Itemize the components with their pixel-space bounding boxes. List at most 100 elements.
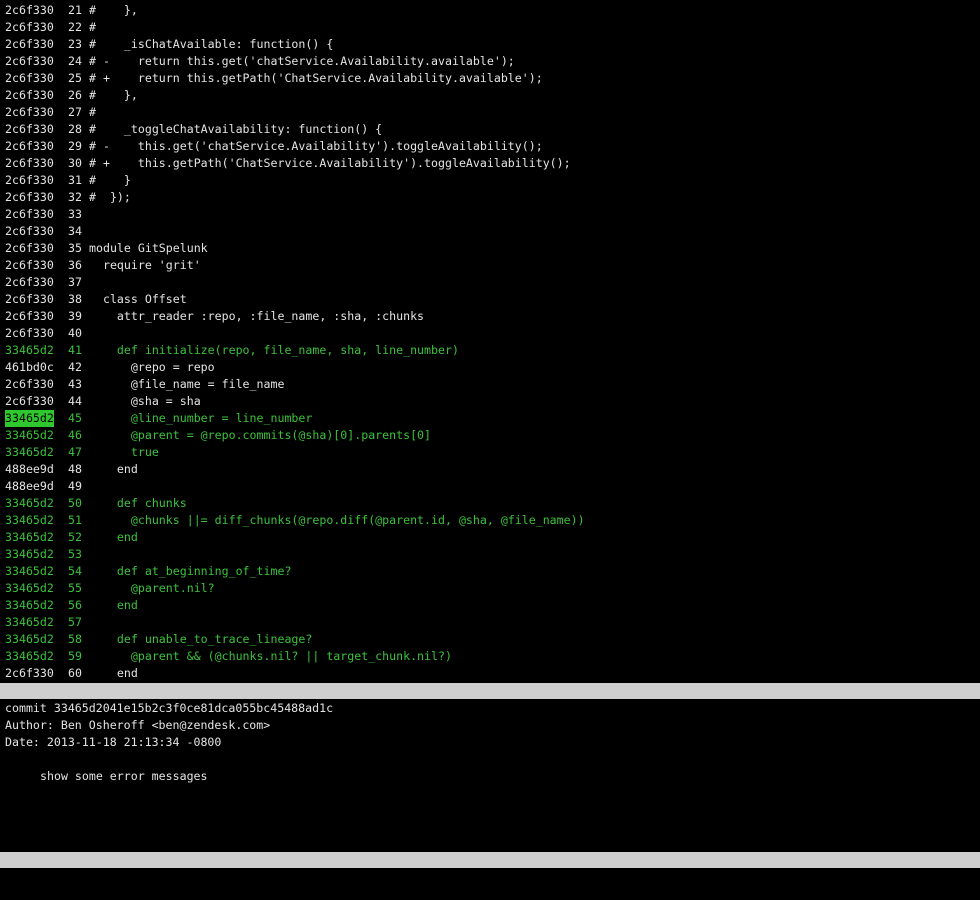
- code-text: # - this.get('chatService.Availability')…: [89, 139, 543, 153]
- commit-sha[interactable]: 2c6f330: [5, 155, 54, 172]
- blame-line[interactable]: 2c6f330 32 # });: [0, 189, 980, 206]
- blame-line[interactable]: 2c6f330 35 module GitSpelunk: [0, 240, 980, 257]
- blame-line[interactable]: 33465d2 56 end: [0, 597, 980, 614]
- blame-line[interactable]: 2c6f330 25 # + return this.getPath('ChatSe…: [0, 70, 980, 87]
- blame-line[interactable]: 2c6f330 21 # },: [0, 2, 980, 19]
- commit-sha[interactable]: 2c6f330: [5, 121, 54, 138]
- blame-line[interactable]: 2c6f330 39 attr_reader :repo, :file_name,…: [0, 308, 980, 325]
- line-number: 48: [68, 462, 82, 476]
- blame-line[interactable]: 2c6f330 60 end: [0, 665, 980, 682]
- blame-line[interactable]: 33465d2 50 def chunks: [0, 495, 980, 512]
- commit-sha[interactable]: 2c6f330: [5, 70, 54, 87]
- commit-sha[interactable]: 33465d2: [5, 580, 54, 597]
- blame-line[interactable]: 33465d2 52 end: [0, 529, 980, 546]
- line-number: 51: [68, 513, 82, 527]
- blame-line[interactable]: 2c6f330 40: [0, 325, 980, 342]
- commit-sha[interactable]: 2c6f330: [5, 665, 54, 682]
- commit-sha[interactable]: 2c6f330: [5, 36, 54, 53]
- line-number: 22: [68, 20, 82, 34]
- line-number: 53: [68, 547, 82, 561]
- code-text: @line_number = line_number: [89, 411, 313, 425]
- blame-line[interactable]: 33465d2 51 @chunks ||= diff_chunks(@repo.…: [0, 512, 980, 529]
- commit-sha[interactable]: 2c6f330: [5, 291, 54, 308]
- commit-sha[interactable]: 2c6f330: [5, 172, 54, 189]
- commit-sha[interactable]: 2c6f330: [5, 223, 54, 240]
- line-number: 33: [68, 207, 82, 221]
- commit-sha[interactable]: 2c6f330: [5, 19, 54, 36]
- blame-line[interactable]: 33465d2 54 def at_beginning_of_time?: [0, 563, 980, 580]
- blame-line[interactable]: 2c6f330 31 # }: [0, 172, 980, 189]
- selected-commit-sha[interactable]: 33465d2: [5, 410, 54, 427]
- blame-line[interactable]: 461bd0c 42 @repo = repo: [0, 359, 980, 376]
- blame-view[interactable]: 2c6f330 21 # }, 2c6f330 22 #2c6f330 23 # _isCha…: [0, 2, 980, 682]
- commit-sha[interactable]: 2c6f330: [5, 206, 54, 223]
- commit-sha[interactable]: 2c6f330: [5, 2, 54, 19]
- commit-sha[interactable]: 2c6f330: [5, 53, 54, 70]
- commit-sha[interactable]: 461bd0c: [5, 359, 54, 376]
- blame-line[interactable]: 2c6f330 37: [0, 274, 980, 291]
- line-number: 37: [68, 275, 82, 289]
- commit-sha[interactable]: 2c6f330: [5, 274, 54, 291]
- blame-line[interactable]: 2c6f330 34: [0, 223, 980, 240]
- code-text: # }: [89, 173, 131, 187]
- commit-sha[interactable]: 33465d2: [5, 512, 54, 529]
- code-text: attr_reader :repo, :file_name, :sha, :ch…: [89, 309, 425, 323]
- commit-sha[interactable]: 2c6f330: [5, 376, 54, 393]
- commit-sha[interactable]: 2c6f330: [5, 104, 54, 121]
- blame-line[interactable]: 33465d2 45 @line_number = line_number: [0, 410, 980, 427]
- blame-line[interactable]: 33465d2 53: [0, 546, 980, 563]
- commit-sha[interactable]: 33465d2: [5, 546, 54, 563]
- commit-sha[interactable]: 33465d2: [5, 563, 54, 580]
- blame-line[interactable]: 2c6f330 30 # + this.getPath('ChatService.A…: [0, 155, 980, 172]
- commit-sha[interactable]: 488ee9d: [5, 478, 54, 495]
- blame-line[interactable]: 33465d2 55 @parent.nil?: [0, 580, 980, 597]
- code-text: @parent = @repo.commits(@sha)[0].parents…: [89, 428, 432, 442]
- blame-line[interactable]: 33465d2 41 def initialize(repo, file_name…: [0, 342, 980, 359]
- commit-sha[interactable]: 2c6f330: [5, 308, 54, 325]
- commit-sha[interactable]: 2c6f330: [5, 189, 54, 206]
- blame-line[interactable]: 2c6f330 29 # - this.get('chatService.Avail…: [0, 138, 980, 155]
- commit-hash: commit 33465d2041e15b2c3f0ce81dca055bc45…: [5, 701, 334, 715]
- commit-sha[interactable]: 488ee9d: [5, 461, 54, 478]
- commit-sha[interactable]: 2c6f330: [5, 87, 54, 104]
- commit-sha[interactable]: 33465d2: [5, 427, 54, 444]
- commit-sha[interactable]: 33465d2: [5, 444, 54, 461]
- code-text: def initialize(repo, file_name, sha, lin…: [89, 343, 459, 357]
- commit-sha[interactable]: 2c6f330: [5, 240, 54, 257]
- blame-line[interactable]: 2c6f330 24 # - return this.get('chatServic…: [0, 53, 980, 70]
- blame-line[interactable]: 2c6f330 44 @sha = sha: [0, 393, 980, 410]
- blame-line[interactable]: 488ee9d 49: [0, 478, 980, 495]
- blame-line[interactable]: 2c6f330 33: [0, 206, 980, 223]
- code-text: # _toggleChatAvailability: function() {: [89, 122, 383, 136]
- blame-line[interactable]: 488ee9d 48 end: [0, 461, 980, 478]
- blame-line[interactable]: 2c6f330 23 # _isChatAvailable: function() …: [0, 36, 980, 53]
- blame-line[interactable]: 33465d2 47 true: [0, 444, 980, 461]
- blame-line[interactable]: 2c6f330 28 # _toggleChatAvailability: func…: [0, 121, 980, 138]
- commit-sha[interactable]: 33465d2: [5, 597, 54, 614]
- blame-line[interactable]: 2c6f330 43 @file_name = file_name: [0, 376, 980, 393]
- blame-line[interactable]: 33465d2 59 @parent && (@chunks.nil? || ta…: [0, 648, 980, 665]
- code-text: @file_name = file_name: [89, 377, 285, 391]
- blame-line[interactable]: 2c6f330 26 # },: [0, 87, 980, 104]
- line-number: 26: [68, 88, 82, 102]
- commit-sha[interactable]: 33465d2: [5, 648, 54, 665]
- blame-line[interactable]: 33465d2 58 def unable_to_trace_lineage?: [0, 631, 980, 648]
- commit-sha[interactable]: 33465d2: [5, 631, 54, 648]
- line-number: 41: [68, 343, 82, 357]
- commit-sha[interactable]: 2c6f330: [5, 138, 54, 155]
- commit-sha[interactable]: 2c6f330: [5, 325, 54, 342]
- blame-line[interactable]: 33465d2 57: [0, 614, 980, 631]
- commit-sha[interactable]: 33465d2: [5, 614, 54, 631]
- blame-line[interactable]: 2c6f330 22 #: [0, 19, 980, 36]
- commit-message: show some error messages: [40, 769, 208, 783]
- commit-sha[interactable]: 2c6f330: [5, 393, 54, 410]
- commit-sha[interactable]: 33465d2: [5, 529, 54, 546]
- commit-sha[interactable]: 2c6f330: [5, 257, 54, 274]
- line-number: 36: [68, 258, 82, 272]
- blame-line[interactable]: 2c6f330 38 class Offset: [0, 291, 980, 308]
- blame-line[interactable]: 33465d2 46 @parent = @repo.commits(@sha)[…: [0, 427, 980, 444]
- commit-sha[interactable]: 33465d2: [5, 342, 54, 359]
- commit-sha[interactable]: 33465d2: [5, 495, 54, 512]
- blame-line[interactable]: 2c6f330 27 #: [0, 104, 980, 121]
- blame-line[interactable]: 2c6f330 36 require 'grit': [0, 257, 980, 274]
